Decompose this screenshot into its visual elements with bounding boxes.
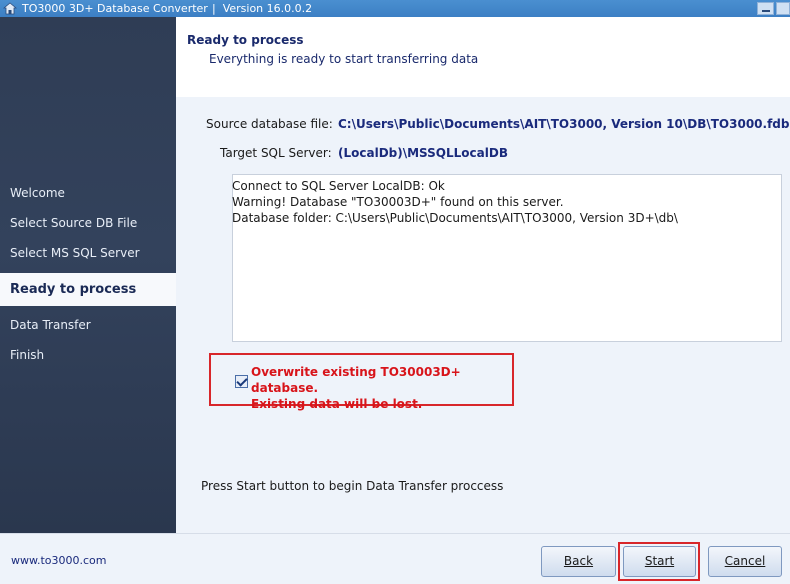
log-line: Database folder: C:\Users\Public\Documen… [232,211,678,225]
sidebar-item-ready-to-process[interactable]: Ready to process [0,273,176,306]
page-title: Ready to process [187,33,304,47]
overwrite-label[interactable]: Overwrite existing TO30003D+ database. E… [251,364,512,412]
press-start-instruction: Press Start button to begin Data Transfe… [201,479,504,493]
log-line: Warning! Database "TO30003D+" found on t… [232,195,564,209]
overwrite-highlight-frame: Overwrite existing TO30003D+ database. E… [209,353,514,411]
target-sql-label: Target SQL Server: [220,146,332,160]
overwrite-label-line2: Existing data will be lost. [251,397,423,411]
source-db-value: C:\Users\Public\Documents\AIT\TO3000, Ve… [338,117,790,131]
log-line: Connect to SQL Server LocalDB: Ok [232,179,445,193]
source-db-label: Source database file: [206,117,333,131]
app-icon [3,2,17,15]
start-button[interactable]: Start [623,546,696,577]
sidebar-item-finish[interactable]: Finish [0,340,176,370]
sidebar-item-data-transfer[interactable]: Data Transfer [0,310,176,340]
cancel-button[interactable]: Cancel [708,546,782,577]
target-sql-value: (LocalDb)\MSSQLLocalDB [338,146,508,160]
back-button[interactable]: Back [541,546,616,577]
window-title: TO3000 3D+ Database Converter [22,2,208,15]
page-subtitle: Everything is ready to start transferrin… [209,52,479,66]
title-bar: TO3000 3D+ Database Converter | Version … [0,0,790,17]
sidebar-item-select-ms-sql-server-localdb[interactable]: Select MS SQL Server LocalDB [0,238,176,290]
sidebar: Welcome Select Source DB File Select MS … [0,17,176,533]
footer: www.to3000.com Back Start Cancel [0,533,790,584]
website-link[interactable]: www.to3000.com [11,554,107,567]
overwrite-checkbox[interactable] [235,375,248,388]
minimize-button[interactable] [757,2,774,15]
sidebar-item-select-source-db-file[interactable]: Select Source DB File [0,208,176,238]
page-header: Ready to process Everything is ready to … [176,17,790,97]
log-textarea[interactable]: Connect to SQL Server LocalDB: Ok Warnin… [232,174,782,342]
window-version: | Version 16.0.0.2 [212,2,313,15]
overwrite-label-line1: Overwrite existing TO30003D+ database. [251,365,461,395]
sidebar-item-welcome[interactable]: Welcome [0,178,176,208]
main-content: Source database file: C:\Users\Public\Do… [176,97,790,533]
close-button[interactable] [776,2,790,15]
